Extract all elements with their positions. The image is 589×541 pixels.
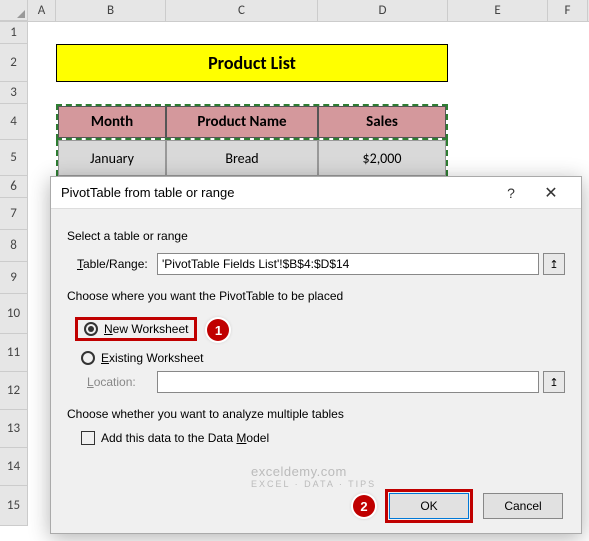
col-header-f[interactable]: F	[548, 0, 588, 21]
callout-2: 2	[353, 495, 375, 517]
row-header-3[interactable]: 3	[0, 82, 28, 104]
header-month[interactable]: Month	[58, 106, 166, 138]
dialog-buttons: 2 OK Cancel	[343, 493, 563, 519]
checkbox-label: Add this data to the Data Model	[101, 431, 269, 445]
row-header-7[interactable]: 7	[0, 198, 28, 230]
location-label: Location:	[87, 375, 157, 389]
table-range-input[interactable]	[157, 253, 539, 275]
cell-product[interactable]: Bread	[166, 140, 318, 176]
header-product-name[interactable]: Product Name	[166, 106, 318, 138]
dialog-title: PivotTable from table or range	[61, 185, 491, 200]
table-range-label: Table/Range:	[77, 257, 157, 271]
select-all-corner[interactable]	[0, 0, 28, 21]
table-header-row: Month Product Name Sales	[56, 104, 448, 140]
row-header-9[interactable]: 9	[0, 262, 28, 294]
callout-1: 1	[207, 319, 229, 341]
row-header-15[interactable]: 15	[0, 486, 28, 526]
radio-icon	[81, 351, 95, 365]
watermark: exceldemy.com EXCEL · DATA · TIPS	[251, 464, 376, 489]
col-header-c[interactable]: C	[166, 0, 318, 21]
col-header-e[interactable]: E	[448, 0, 548, 21]
row-header-10[interactable]: 10	[0, 294, 28, 334]
col-header-b[interactable]: B	[56, 0, 166, 21]
radio-label: Existing Worksheet	[101, 351, 204, 365]
pivottable-dialog: PivotTable from table or range ? ✕ Selec…	[50, 176, 582, 534]
table-row: January Bread $2,000	[56, 140, 448, 176]
row-header-14[interactable]: 14	[0, 448, 28, 486]
row-header-13[interactable]: 13	[0, 410, 28, 448]
col-header-a[interactable]: A	[28, 0, 56, 21]
ok-button[interactable]: OK	[389, 493, 469, 519]
row-header-4[interactable]: 4	[0, 104, 28, 140]
row-header-5[interactable]: 5	[0, 140, 28, 176]
radio-label: New Worksheet	[104, 322, 188, 336]
checkbox-icon	[81, 431, 95, 445]
data-model-checkbox-row[interactable]: Add this data to the Data Model	[81, 431, 565, 445]
header-sales[interactable]: Sales	[318, 106, 446, 138]
row-header-2[interactable]: 2	[0, 44, 28, 82]
radio-icon	[84, 322, 98, 336]
location-input[interactable]	[157, 371, 539, 393]
section-select-range: Select a table or range	[67, 229, 565, 243]
row-header-6[interactable]: 6	[0, 176, 28, 198]
section-multiple-tables: Choose whether you want to analyze multi…	[67, 407, 565, 421]
dialog-titlebar[interactable]: PivotTable from table or range ? ✕	[51, 177, 581, 209]
help-button[interactable]: ?	[491, 185, 531, 201]
cell-sales[interactable]: $2,000	[318, 140, 446, 176]
range-selector-icon[interactable]: ↥	[543, 253, 565, 275]
section-placement: Choose where you want the PivotTable to …	[67, 289, 565, 303]
table-range-row: Table/Range: ↥	[77, 253, 565, 275]
dialog-body: Select a table or range Table/Range: ↥ C…	[51, 209, 581, 463]
range-selector-icon[interactable]: ↥	[543, 371, 565, 393]
cell-month[interactable]: January	[58, 140, 166, 176]
column-headers: A B C D E F	[0, 0, 589, 22]
location-row: Location: ↥	[67, 371, 565, 393]
row-header-12[interactable]: 12	[0, 372, 28, 410]
row-headers: 1 2 3 4 5 6 7 8 9 10 11 12 13 14 15	[0, 22, 28, 526]
cancel-button[interactable]: Cancel	[483, 493, 563, 519]
row-header-1[interactable]: 1	[0, 22, 28, 44]
col-header-d[interactable]: D	[318, 0, 448, 21]
title-cell[interactable]: Product List	[56, 44, 448, 82]
row-header-11[interactable]: 11	[0, 334, 28, 372]
radio-new-worksheet[interactable]: New Worksheet	[75, 317, 197, 341]
row-header-8[interactable]: 8	[0, 230, 28, 262]
radio-existing-worksheet[interactable]: Existing Worksheet	[81, 351, 565, 365]
close-button[interactable]: ✕	[531, 183, 571, 203]
